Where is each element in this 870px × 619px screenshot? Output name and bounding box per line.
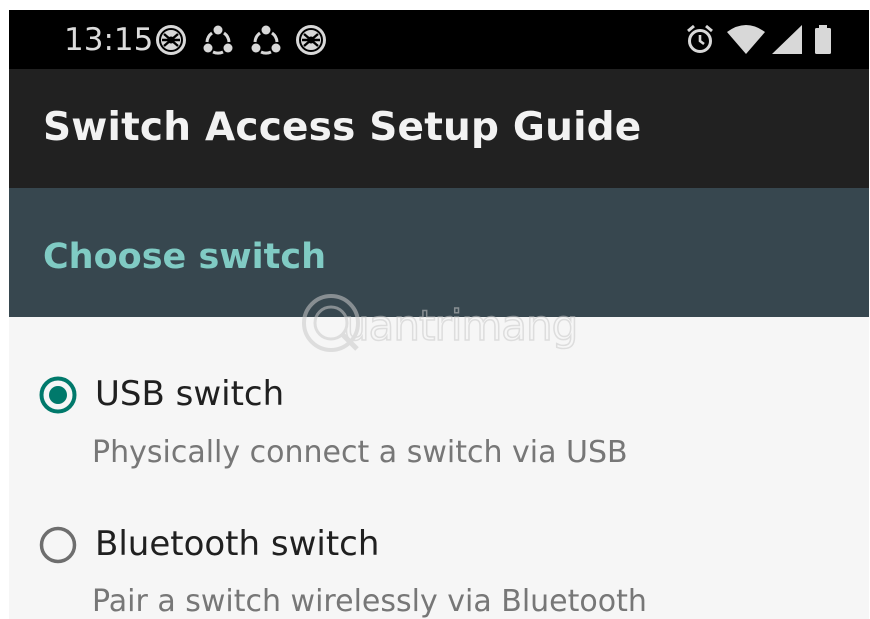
option-label: Bluetooth switch bbox=[95, 524, 380, 564]
spider-badge-icon bbox=[155, 24, 187, 56]
battery-icon bbox=[814, 23, 832, 55]
radio-unselected-icon[interactable] bbox=[39, 526, 77, 564]
recycle-icon bbox=[202, 24, 234, 56]
option-description: Pair a switch wirelessly via Bluetooth bbox=[92, 584, 647, 619]
radio-selected-icon[interactable] bbox=[39, 376, 77, 414]
status-bar: 13:15 bbox=[9, 10, 869, 69]
app-title: Switch Access Setup Guide bbox=[43, 105, 642, 150]
signal-icon bbox=[770, 23, 804, 55]
option-description: Physically connect a switch via USB bbox=[92, 435, 628, 470]
spider-badge-icon bbox=[295, 24, 327, 56]
option-bluetooth-switch[interactable]: Bluetooth switch Pair a switch wirelessl… bbox=[9, 480, 869, 619]
screen: 13:15 Switch Access Setup Guide Choose s… bbox=[9, 10, 869, 619]
wifi-icon bbox=[725, 23, 767, 55]
option-usb-switch[interactable]: USB switch Physically connect a switch v… bbox=[9, 330, 869, 478]
option-label: USB switch bbox=[95, 374, 285, 414]
status-time: 13:15 bbox=[64, 22, 154, 58]
app-bar: Switch Access Setup Guide bbox=[9, 69, 869, 188]
alarm-icon bbox=[685, 23, 715, 55]
recycle-icon bbox=[250, 24, 282, 56]
section-title: Choose switch bbox=[43, 237, 327, 277]
